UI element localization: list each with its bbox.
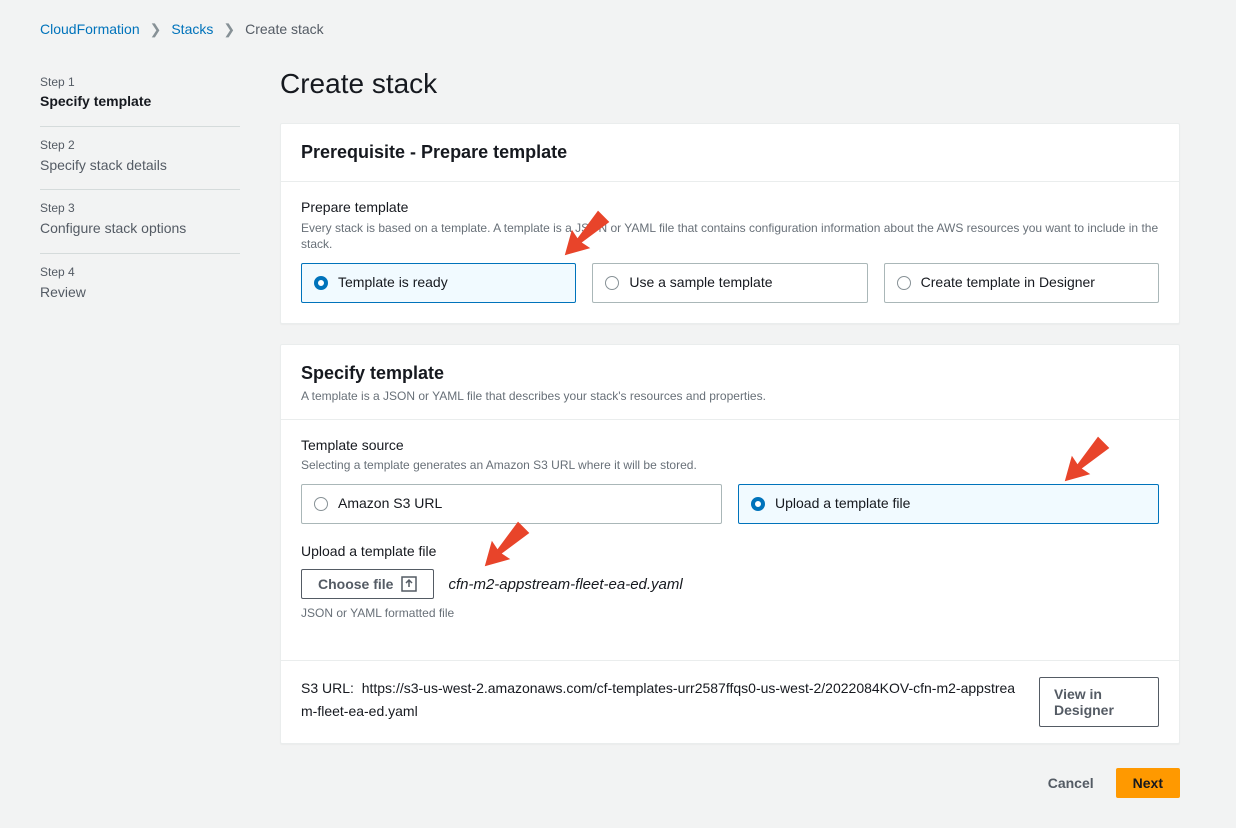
panel-title: Prerequisite - Prepare template	[301, 140, 1159, 165]
radio-create-in-designer[interactable]: Create template in Designer	[884, 263, 1159, 303]
s3-url-value: https://s3-us-west-2.amazonaws.com/cf-te…	[301, 680, 1015, 718]
field-label-prepare-template: Prepare template	[301, 198, 1159, 218]
step-specify-stack-details: Step 2 Specify stack details	[40, 127, 240, 190]
step-title: Configure stack options	[40, 219, 240, 239]
step-number: Step 3	[40, 200, 240, 217]
step-specify-template[interactable]: Step 1 Specify template	[40, 64, 240, 127]
radio-label: Template is ready	[338, 273, 448, 293]
radio-use-sample-template[interactable]: Use a sample template	[592, 263, 867, 303]
radio-icon	[751, 497, 765, 511]
view-in-designer-button[interactable]: View in Designer	[1039, 677, 1159, 727]
page-title: Create stack	[280, 64, 1180, 103]
step-configure-stack-options: Step 3 Configure stack options	[40, 190, 240, 253]
panel-specify-template: Specify template A template is a JSON or…	[280, 344, 1180, 744]
panel-prerequisite: Prerequisite - Prepare template Prepare …	[280, 123, 1180, 324]
template-source-options: Amazon S3 URL Upload a template file	[301, 484, 1159, 524]
radio-template-is-ready[interactable]: Template is ready	[301, 263, 576, 303]
next-button[interactable]: Next	[1116, 768, 1180, 798]
radio-label: Amazon S3 URL	[338, 494, 442, 514]
radio-icon	[314, 497, 328, 511]
panel-title: Specify template	[301, 361, 1159, 386]
step-number: Step 1	[40, 74, 240, 91]
breadcrumb-stacks[interactable]: Stacks	[171, 20, 213, 40]
upload-help: JSON or YAML formatted file	[301, 605, 1159, 622]
panel-subtitle: A template is a JSON or YAML file that d…	[301, 388, 1159, 405]
breadcrumb-current: Create stack	[245, 20, 324, 40]
step-title: Specify template	[40, 92, 240, 112]
step-title: Review	[40, 283, 240, 303]
field-help: Every stack is based on a template. A te…	[301, 220, 1159, 254]
button-label: Choose file	[318, 576, 393, 592]
field-label-upload-template-file: Upload a template file	[301, 542, 1159, 562]
upload-icon	[401, 576, 417, 592]
wizard-actions: Cancel Next	[280, 764, 1180, 798]
s3-url-label: S3 URL:	[301, 680, 354, 696]
radio-label: Create template in Designer	[921, 273, 1095, 293]
radio-label: Upload a template file	[775, 494, 910, 514]
prepare-template-options: Template is ready Use a sample template …	[301, 263, 1159, 303]
field-label-template-source: Template source	[301, 436, 1159, 456]
s3-url-row: S3 URL: https://s3-us-west-2.amazonaws.c…	[281, 660, 1179, 743]
choose-file-button[interactable]: Choose file	[301, 569, 434, 599]
step-title: Specify stack details	[40, 156, 240, 176]
uploaded-filename: cfn-m2-appstream-fleet-ea-ed.yaml	[448, 574, 682, 595]
chevron-right-icon: ❯	[223, 20, 235, 40]
radio-upload-template-file[interactable]: Upload a template file	[738, 484, 1159, 524]
chevron-right-icon: ❯	[150, 20, 162, 40]
field-help: Selecting a template generates an Amazon…	[301, 457, 1159, 474]
radio-label: Use a sample template	[629, 273, 772, 293]
radio-icon	[897, 276, 911, 290]
step-review: Step 4 Review	[40, 254, 240, 316]
step-number: Step 2	[40, 137, 240, 154]
radio-icon	[605, 276, 619, 290]
breadcrumb: CloudFormation ❯ Stacks ❯ Create stack	[40, 20, 1206, 40]
wizard-steps: Step 1 Specify template Step 2 Specify s…	[40, 64, 240, 799]
step-number: Step 4	[40, 264, 240, 281]
radio-amazon-s3-url[interactable]: Amazon S3 URL	[301, 484, 722, 524]
breadcrumb-cloudformation[interactable]: CloudFormation	[40, 20, 140, 40]
cancel-button[interactable]: Cancel	[1038, 768, 1104, 798]
radio-icon	[314, 276, 328, 290]
